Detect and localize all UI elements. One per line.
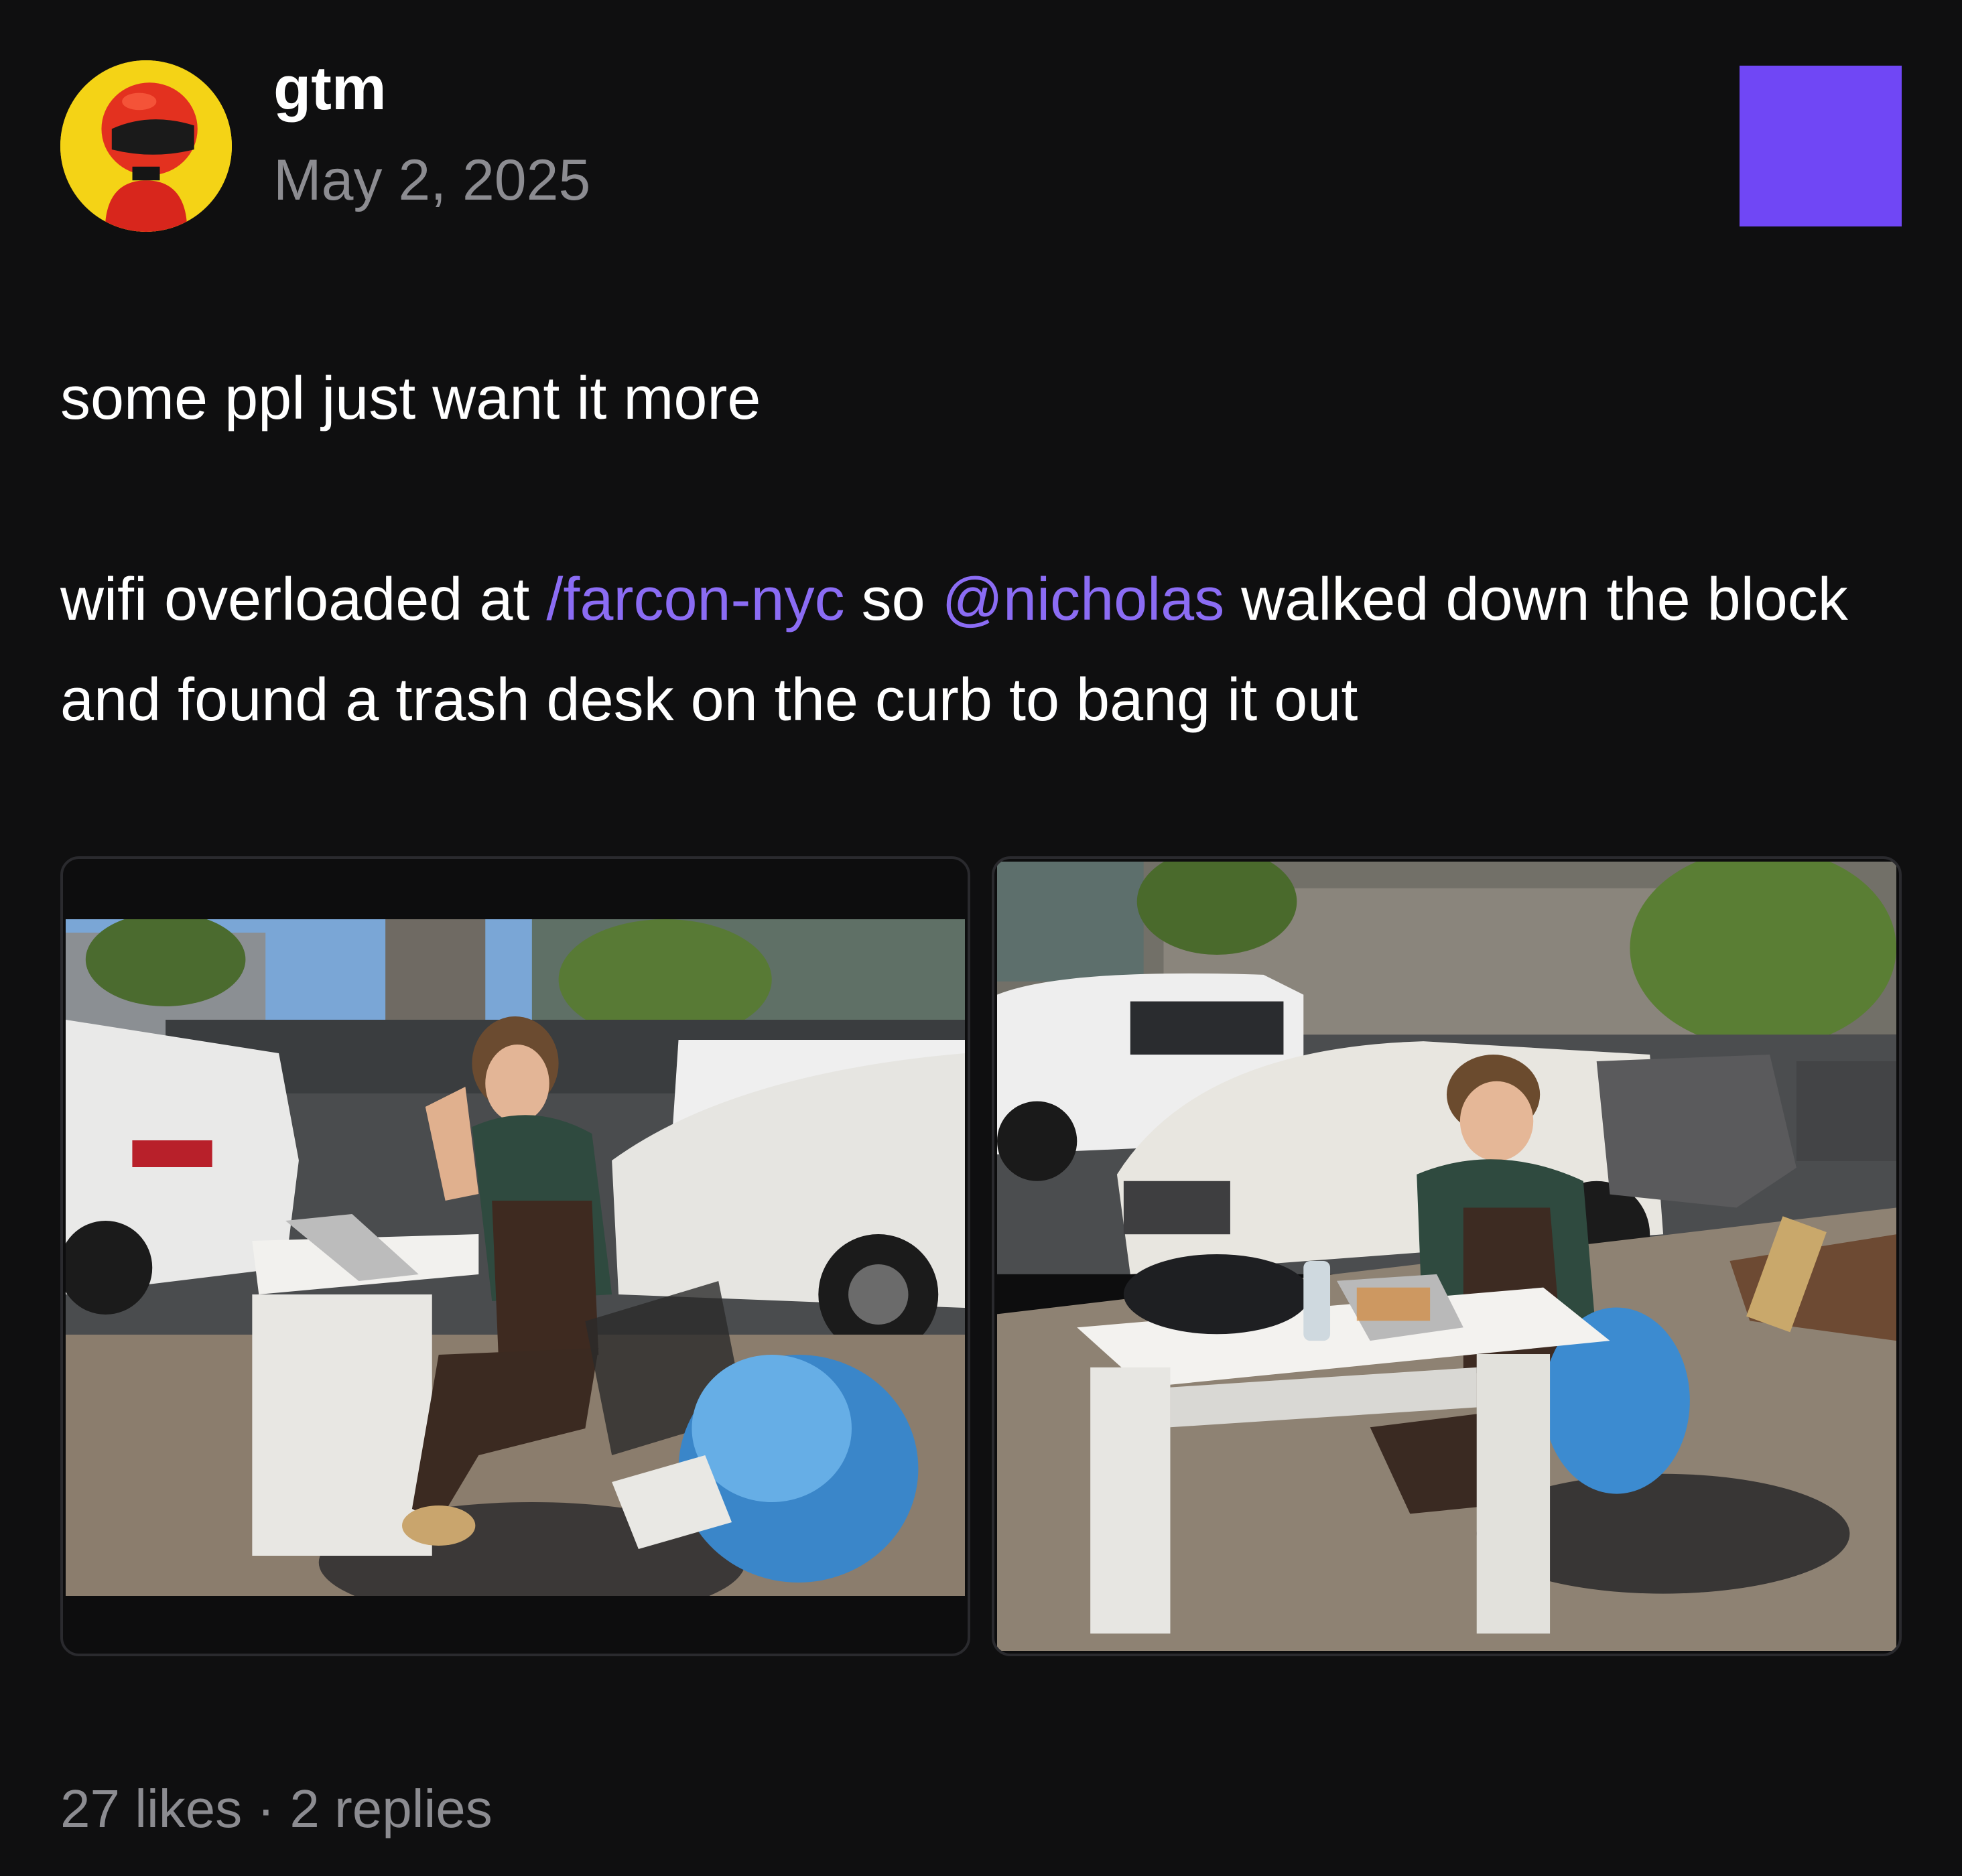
replies-count[interactable]: 2 replies <box>289 1779 492 1838</box>
post-text-middle: so <box>844 566 942 633</box>
channel-badge[interactable] <box>1740 66 1902 226</box>
photo-typing <box>997 862 1896 1651</box>
post-date[interactable]: May 2, 2025 <box>273 149 590 212</box>
post-line-1: some ppl just want it more <box>60 365 761 432</box>
street-photo-typing <box>997 862 1896 1651</box>
post-body: some ppl just want it more wifi overload… <box>60 348 1910 750</box>
post-stats: 27 likes · 2 replies <box>60 1780 493 1838</box>
helmet-avatar-icon <box>60 60 232 232</box>
mention-link[interactable]: @nicholas <box>942 566 1225 633</box>
cast-post: gtm May 2, 2025 some ppl just want it mo… <box>0 0 1962 1876</box>
photo-waving <box>66 919 965 1596</box>
post-text-prefix: wifi overloaded at <box>60 566 547 633</box>
channel-link[interactable]: /farcon-nyc <box>546 566 844 633</box>
avatar[interactable] <box>60 60 232 232</box>
street-photo-waving <box>66 919 965 1596</box>
likes-count[interactable]: 27 likes <box>60 1779 242 1838</box>
post-image-1[interactable] <box>60 856 970 1656</box>
author-username[interactable]: gtm <box>273 54 387 123</box>
post-line-2: wifi overloaded at /farcon-nyc so @nicho… <box>60 549 1910 750</box>
stats-separator: · <box>242 1779 290 1838</box>
post-image-2[interactable] <box>992 856 1902 1656</box>
